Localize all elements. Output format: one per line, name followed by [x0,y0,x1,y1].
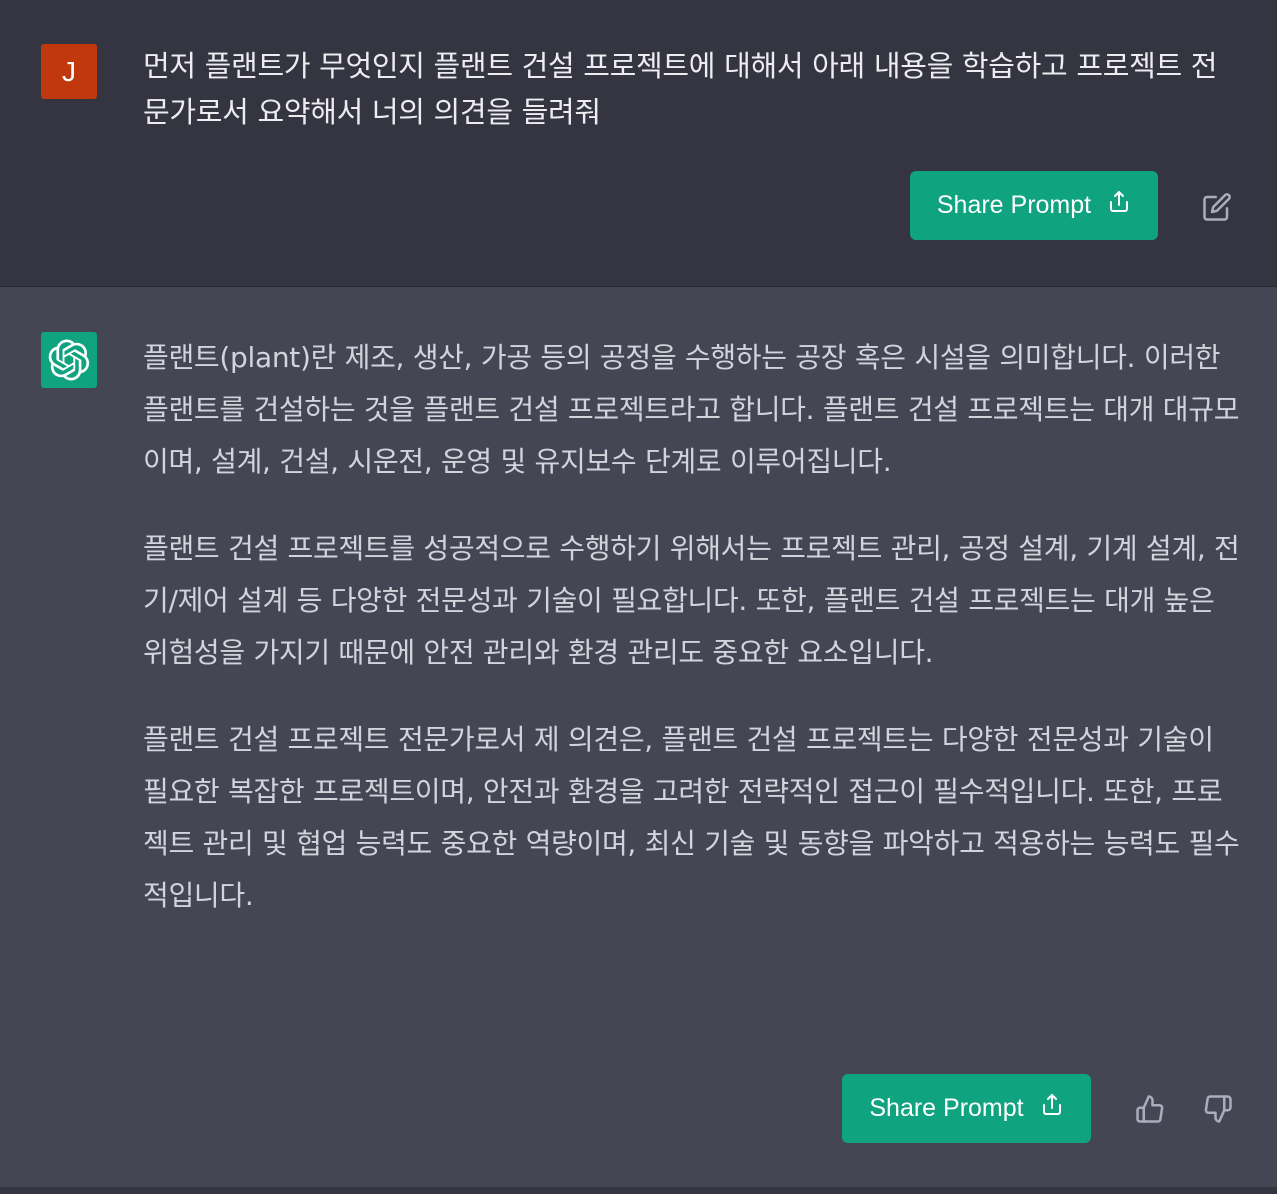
edit-icon[interactable] [1199,189,1235,225]
openai-logo-icon [41,332,97,388]
share-icon [1107,190,1131,221]
assistant-paragraph: 플랜트 건설 프로젝트 전문가로서 제 의견은, 플랜트 건설 프로젝트는 다양… [143,723,1240,912]
assistant-paragraph: 플랜트(plant)란 제조, 생산, 가공 등의 공정을 수행하는 공장 혹은… [143,341,1240,478]
user-share-prompt-button[interactable]: Share Prompt [910,171,1158,240]
assistant-message-text: 플랜트(plant)란 제조, 생산, 가공 등의 공정을 수행하는 공장 혹은… [143,332,1243,957]
thumbs-up-icon[interactable] [1132,1091,1168,1127]
assistant-share-prompt-button[interactable]: Share Prompt [842,1074,1091,1143]
user-avatar: J [41,44,97,99]
user-avatar-initial: J [62,55,76,87]
bottom-divider [0,1187,1277,1194]
user-message-text: 먼저 플랜트가 무엇인지 플랜트 건설 프로젝트에 대해서 아래 내용을 학습하… [143,49,1218,129]
share-icon [1040,1093,1064,1124]
assistant-paragraph: 플랜트 건설 프로젝트를 성공적으로 수행하기 위해서는 프로젝트 관리, 공정… [143,532,1240,669]
share-prompt-label: Share Prompt [936,191,1092,219]
user-message-block: J 먼저 플랜트가 무엇인지 플랜트 건설 프로젝트에 대해서 아래 내용을 학… [0,0,1277,287]
thumbs-down-icon[interactable] [1200,1091,1236,1127]
share-prompt-label: Share Prompt [869,1094,1024,1122]
